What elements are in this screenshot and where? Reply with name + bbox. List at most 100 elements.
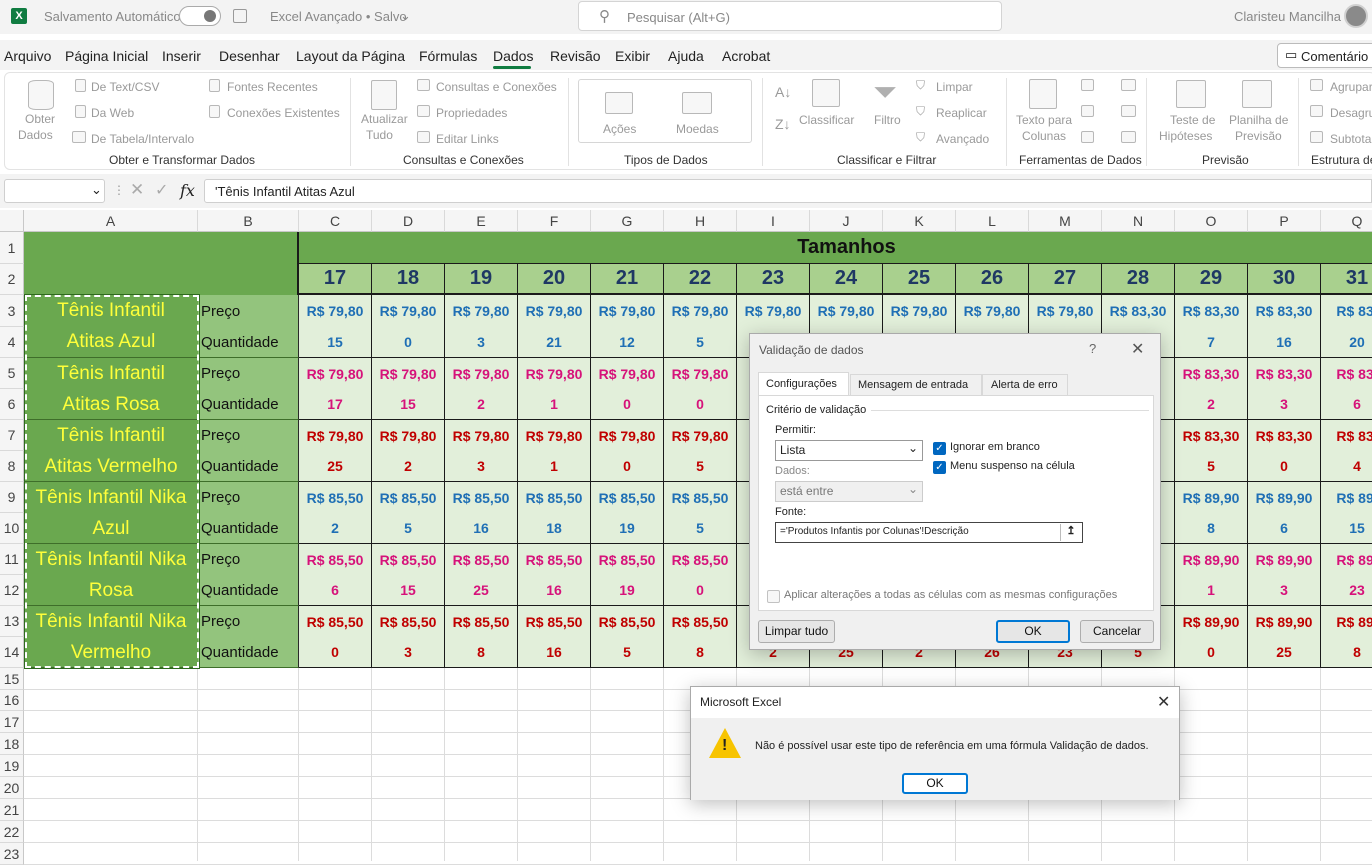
column-header[interactable]: L [956, 210, 1029, 232]
user-name[interactable]: Claristeu Mancilha [1234, 9, 1341, 24]
price-cell[interactable]: R$ 89,90 [1248, 482, 1321, 513]
filtro-button[interactable]: Filtro [874, 113, 901, 127]
quantity-cell[interactable]: 19 [591, 575, 664, 606]
size-header-cell[interactable]: 26 [956, 264, 1029, 295]
collapse-range-icon[interactable]: ↥ [1060, 524, 1081, 541]
relationships-icon[interactable] [1121, 105, 1136, 117]
size-header-cell[interactable]: 27 [1029, 264, 1102, 295]
row-header[interactable]: 10 [0, 513, 24, 544]
price-cell[interactable]: R$ 85,50 [445, 606, 518, 637]
texto-para-colunas-line2[interactable]: Colunas [1022, 129, 1066, 143]
quantity-cell[interactable]: 5 [591, 637, 664, 668]
size-header-cell[interactable]: 20 [518, 264, 591, 295]
da-web-button[interactable]: Da Web [91, 106, 134, 120]
price-cell[interactable]: R$ 79,80 [664, 295, 737, 327]
row-header[interactable]: 19 [0, 755, 24, 777]
row-header[interactable]: 3 [0, 295, 24, 327]
tab-alerta[interactable]: Alerta de erro [982, 374, 1068, 396]
row-header[interactable]: 8 [0, 451, 24, 482]
column-header[interactable]: G [591, 210, 664, 232]
price-cell[interactable]: R$ 83, [1321, 295, 1372, 327]
row-header[interactable]: 9 [0, 482, 24, 513]
row-header[interactable]: 22 [0, 821, 24, 843]
quantity-cell[interactable]: 16 [518, 575, 591, 606]
menu-desenhar[interactable]: Desenhar [219, 48, 280, 64]
column-header[interactable]: E [445, 210, 518, 232]
allow-select[interactable]: Lista [775, 440, 923, 461]
de-text-csv-button[interactable]: De Text/CSV [91, 80, 159, 94]
price-cell[interactable]: R$ 79,80 [299, 420, 372, 451]
fontes-recentes-button[interactable]: Fontes Recentes [227, 80, 318, 94]
menu-pagina-inicial[interactable]: Página Inicial [65, 48, 148, 64]
price-cell[interactable]: R$ 79,80 [299, 295, 372, 327]
size-header-cell[interactable]: 19 [445, 264, 518, 295]
row-header[interactable]: 7 [0, 420, 24, 451]
quantity-cell[interactable]: 2 [299, 513, 372, 544]
clear-all-button[interactable]: Limpar tudo [758, 620, 835, 643]
apply-all-checkbox[interactable] [767, 590, 780, 603]
quantity-label-cell[interactable]: Quantidade [198, 575, 299, 606]
price-cell[interactable]: R$ 83,30 [1175, 295, 1248, 327]
menu-formulas[interactable]: Fórmulas [419, 48, 477, 64]
column-header[interactable]: C [299, 210, 372, 232]
price-cell[interactable]: R$ 79,80 [737, 295, 810, 327]
quantity-cell[interactable]: 21 [518, 327, 591, 358]
teste-hipoteses-line2[interactable]: Hipóteses [1159, 129, 1212, 143]
avancado-button[interactable]: Avançado [936, 132, 989, 146]
price-cell[interactable]: R$ 83,30 [1248, 358, 1321, 389]
quantity-cell[interactable]: 2 [372, 451, 445, 482]
desagrupar-button[interactable]: Desagrupar [1330, 106, 1372, 120]
quantity-cell[interactable]: 8 [445, 637, 518, 668]
tab-mensagem[interactable]: Mensagem de entrada [850, 374, 982, 396]
price-cell[interactable]: R$ 79,80 [956, 295, 1029, 327]
quantity-cell[interactable]: 3 [1248, 575, 1321, 606]
row-header[interactable]: 13 [0, 606, 24, 637]
apply-all-label[interactable]: Aplicar alterações a todas as células co… [784, 589, 1117, 601]
price-cell[interactable]: R$ 79,80 [445, 358, 518, 389]
sort-za-icon[interactable]: Z↓ [775, 116, 791, 132]
obter-dados-button[interactable]: Obter [25, 112, 55, 126]
quantity-cell[interactable]: 0 [1248, 451, 1321, 482]
quantity-cell[interactable]: 5 [664, 451, 737, 482]
autosave-toggle[interactable] [179, 6, 221, 26]
remove-duplicates-icon[interactable] [1081, 105, 1094, 117]
quantity-cell[interactable]: 17 [299, 389, 372, 420]
row-header[interactable]: 11 [0, 544, 24, 575]
price-cell[interactable]: R$ 79,80 [664, 358, 737, 389]
price-cell[interactable]: R$ 79,80 [372, 295, 445, 327]
propriedades-button[interactable]: Propriedades [436, 106, 507, 120]
price-cell[interactable]: R$ 89,90 [1175, 544, 1248, 575]
row-header[interactable]: 1 [0, 232, 24, 264]
quantity-cell[interactable]: 1 [518, 389, 591, 420]
chevron-down-icon[interactable]: ⌄ [908, 441, 918, 455]
quantity-cell[interactable]: 3 [1248, 389, 1321, 420]
price-cell[interactable]: R$ 89,90 [1248, 606, 1321, 637]
price-cell[interactable]: R$ 85,50 [445, 544, 518, 575]
obter-dados-button-line2[interactable]: Dados [18, 128, 53, 142]
reaplicar-button[interactable]: Reaplicar [936, 106, 987, 120]
quantity-cell[interactable]: 2 [1175, 389, 1248, 420]
price-cell[interactable]: R$ 79,80 [591, 420, 664, 451]
price-cell[interactable]: R$ 79,80 [591, 358, 664, 389]
tab-configuracoes[interactable]: Configurações [758, 372, 849, 396]
price-cell[interactable]: R$ 85,50 [591, 606, 664, 637]
price-cell[interactable]: R$ 79,80 [664, 420, 737, 451]
price-label-cell[interactable]: Preço [198, 358, 299, 389]
size-header-cell[interactable]: 25 [883, 264, 956, 295]
price-cell[interactable]: R$ 79,80 [372, 358, 445, 389]
price-label-cell[interactable]: Preço [198, 420, 299, 451]
editar-links-button[interactable]: Editar Links [436, 132, 499, 146]
price-cell[interactable]: R$ 85,50 [518, 482, 591, 513]
document-title[interactable]: Excel Avançado • Salvo [270, 9, 407, 24]
close-icon[interactable]: ✕ [1131, 339, 1144, 359]
menu-dados[interactable]: Dados [493, 48, 533, 64]
quantity-cell[interactable]: 15 [372, 575, 445, 606]
quantity-cell[interactable]: 8 [664, 637, 737, 668]
column-header[interactable]: N [1102, 210, 1175, 232]
price-cell[interactable]: R$ 79,80 [810, 295, 883, 327]
price-cell[interactable]: R$ 85,50 [664, 482, 737, 513]
classificar-button[interactable]: Classificar [799, 113, 854, 127]
row-header[interactable]: 2 [0, 264, 24, 295]
save-icon[interactable] [233, 9, 247, 23]
quantity-label-cell[interactable]: Quantidade [198, 327, 299, 358]
